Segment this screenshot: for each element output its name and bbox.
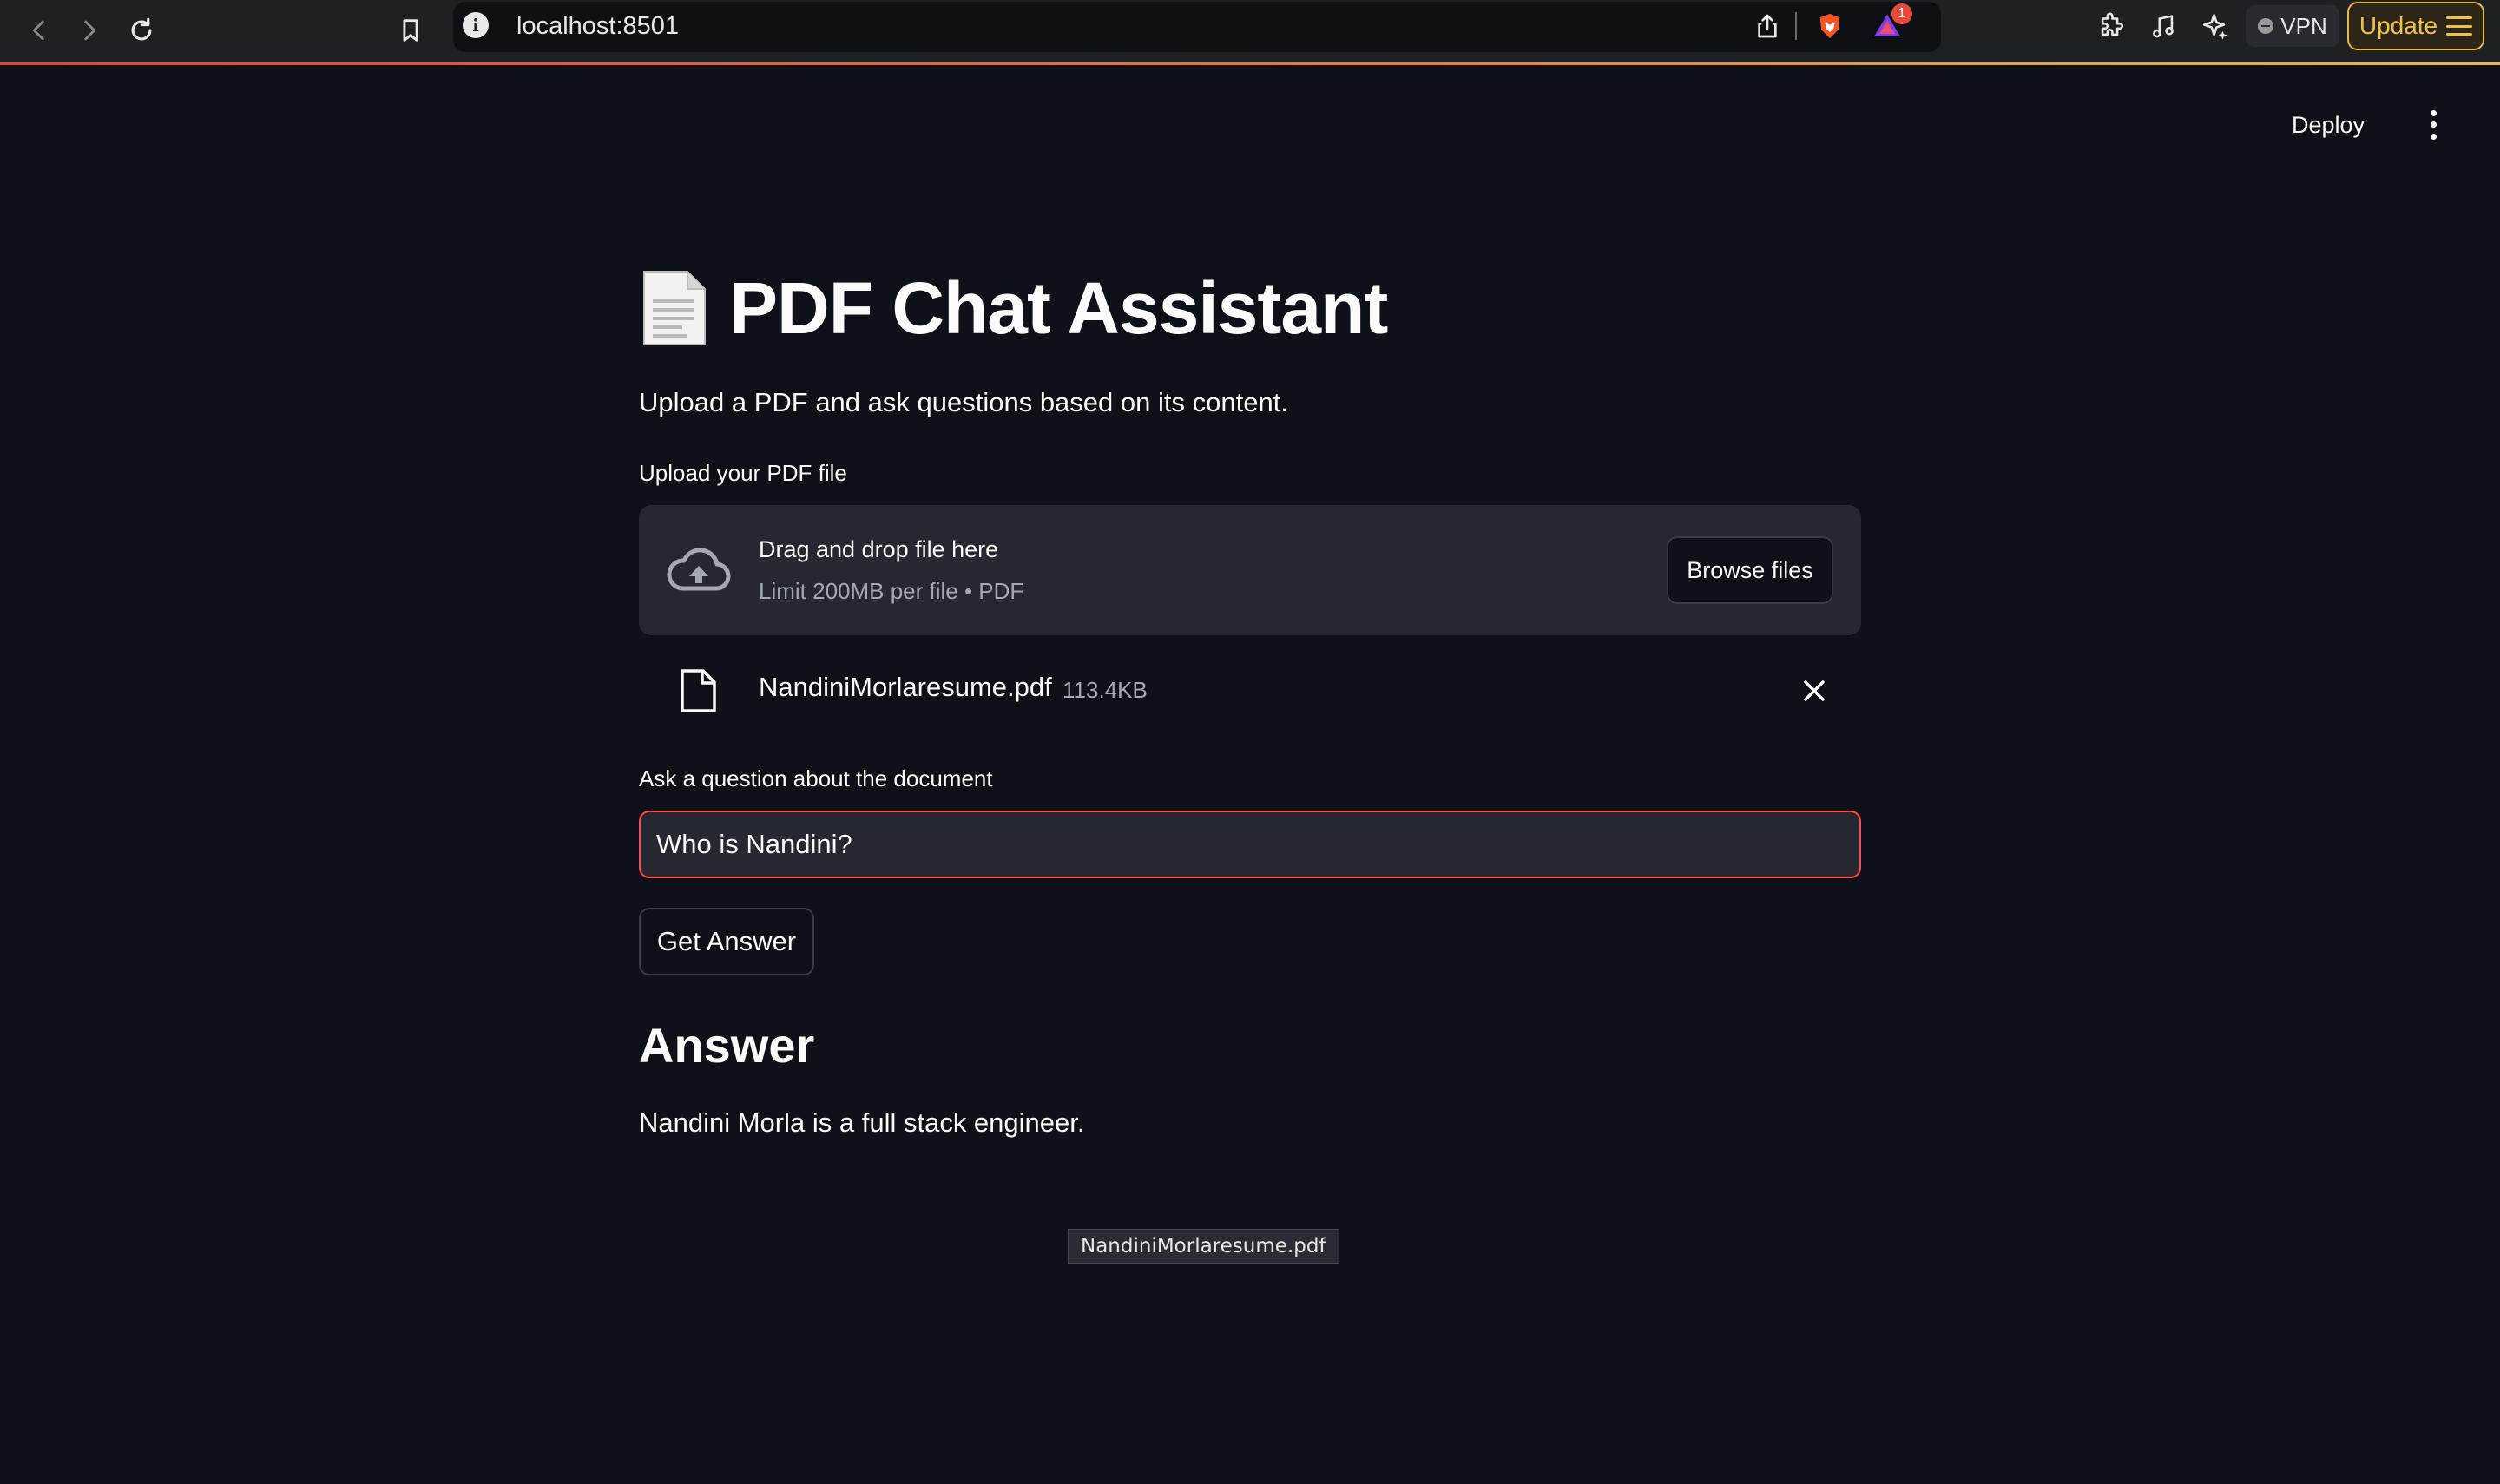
file-name: NandiniMorlaresume.pdf bbox=[759, 672, 1052, 702]
page-facing-up-icon bbox=[639, 268, 710, 348]
close-icon[interactable] bbox=[1799, 675, 1830, 706]
file-dropzone[interactable]: Drag and drop file here Limit 200MB per … bbox=[639, 505, 1861, 635]
vpn-button[interactable]: VPN bbox=[2246, 5, 2339, 47]
page-title-row: PDF Chat Assistant bbox=[639, 260, 1388, 356]
browse-files-button[interactable]: Browse files bbox=[1667, 536, 1833, 604]
bookmark-icon[interactable] bbox=[389, 9, 432, 52]
file-size: 113.4KB bbox=[1062, 677, 1148, 703]
divider bbox=[1795, 12, 1797, 40]
cloud-upload-icon bbox=[667, 548, 731, 591]
question-label: Ask a question about the document bbox=[639, 765, 993, 791]
dropzone-title: Drag and drop file here bbox=[759, 536, 999, 562]
dropzone-limit: Limit 200MB per file • PDF bbox=[759, 578, 1024, 604]
answer-heading: Answer bbox=[639, 1018, 815, 1073]
answer-text: Nandini Morla is a full stack engineer. bbox=[639, 1107, 1085, 1138]
leo-ai-icon[interactable] bbox=[2198, 9, 2233, 43]
question-input[interactable]: Who is Nandini? bbox=[639, 811, 1861, 878]
get-answer-button[interactable]: Get Answer bbox=[639, 908, 814, 975]
uploaded-file-row: NandiniMorlaresume.pdf 113.4KB bbox=[639, 656, 1861, 726]
page-subtitle: Upload a PDF and ask questions based on … bbox=[639, 387, 1288, 417]
reload-icon[interactable] bbox=[120, 9, 163, 52]
page-title: PDF Chat Assistant bbox=[729, 266, 1388, 349]
update-label: Update bbox=[2359, 12, 2438, 39]
browser-toolbar: i localhost:8501 1 VPN Update bbox=[0, 0, 2500, 62]
menu-icon bbox=[2446, 16, 2473, 36]
main-menu-icon[interactable] bbox=[2420, 108, 2446, 142]
loading-accent-line bbox=[0, 62, 2500, 65]
site-info-icon[interactable]: i bbox=[463, 12, 489, 38]
update-button[interactable]: Update bbox=[2347, 2, 2484, 50]
file-icon bbox=[681, 669, 716, 712]
upload-label: Upload your PDF file bbox=[639, 460, 847, 486]
deploy-button[interactable]: Deploy bbox=[2292, 106, 2365, 144]
vpn-label: VPN bbox=[2280, 12, 2327, 39]
extensions-icon[interactable] bbox=[2094, 9, 2128, 43]
share-icon[interactable] bbox=[1750, 9, 1785, 43]
rewards-badge: 1 bbox=[1891, 3, 1912, 24]
url-text[interactable]: localhost:8501 bbox=[516, 9, 679, 43]
back-icon[interactable] bbox=[17, 9, 61, 52]
music-icon[interactable] bbox=[2146, 9, 2181, 43]
forward-icon[interactable] bbox=[68, 9, 111, 52]
vpn-status-icon bbox=[2258, 18, 2274, 34]
file-tooltip: NandiniMorlaresume.pdf bbox=[1068, 1229, 1339, 1264]
brave-shields-icon[interactable] bbox=[1812, 9, 1847, 43]
